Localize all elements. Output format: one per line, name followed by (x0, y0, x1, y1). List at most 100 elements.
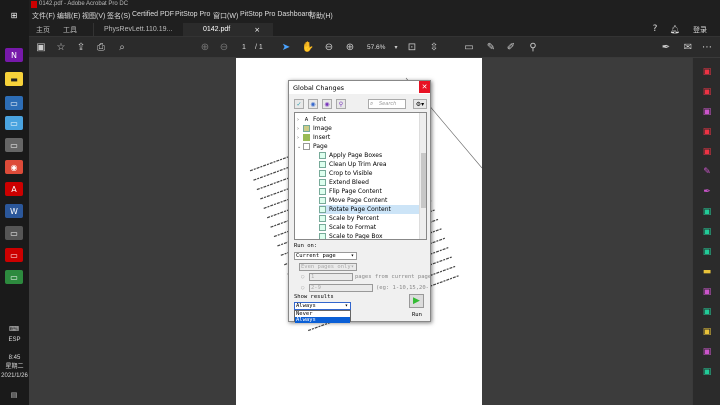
chrome-icon[interactable]: ◉ (5, 160, 23, 174)
close-tab-icon[interactable]: × (254, 26, 260, 34)
star-icon[interactable]: ☆ (54, 41, 68, 54)
tree-item-scale-to-page-box[interactable]: Scale to Page Box (319, 232, 419, 239)
menu-file[interactable]: 文件(F) (32, 11, 55, 21)
close-icon[interactable]: ✕ (419, 81, 430, 93)
search-icon[interactable]: ⌕ (115, 41, 129, 54)
tree-item-flip-page-content[interactable]: Flip Page Content (319, 187, 419, 196)
tree-item-scale-to-format[interactable]: Scale to Format (319, 223, 419, 232)
tool-icon-14[interactable]: ▣ (701, 326, 713, 337)
tree-item-font[interactable]: › A Font (297, 115, 417, 124)
favorite-icon[interactable]: ◉ (322, 99, 332, 109)
select-arrow-icon[interactable]: ➤ (279, 41, 293, 54)
tree-item-rotate-page-content[interactable]: Rotate Page Content (319, 205, 419, 214)
tree-item-scale-by-percent[interactable]: Scale by Percent (319, 214, 419, 223)
app-icon-2[interactable]: ▭ (5, 116, 23, 130)
tree-item-image[interactable]: › Image (297, 124, 417, 133)
show-results-select[interactable]: Always ▾ (294, 302, 351, 310)
app-icon-3[interactable]: ▭ (5, 138, 23, 152)
menu-view[interactable]: 视图(V) (82, 11, 105, 21)
prepare-form-icon[interactable]: ▣ (701, 246, 713, 257)
print-production-icon[interactable]: ▣ (701, 286, 713, 297)
menu-sign[interactable]: 签名(S) (107, 11, 130, 21)
menu-edit[interactable]: 编辑(E) (57, 11, 80, 21)
tree-item-apply-page-boxes[interactable]: Apply Page Boxes (319, 151, 419, 160)
organize-pages-icon[interactable]: ▣ (701, 146, 713, 157)
hand-tool-icon[interactable]: ✋ (301, 41, 315, 54)
app-icon-4[interactable]: ▭ (5, 226, 23, 240)
app-icon-1[interactable]: ▭ (5, 96, 23, 110)
zoom-out-icon[interactable]: ⊖ (322, 41, 336, 54)
tab-tools[interactable]: 工具 (63, 23, 77, 36)
filter-icon[interactable]: ⚲ (336, 99, 346, 109)
more-icon[interactable]: ⋯ (700, 41, 714, 54)
tree-item-move-page-content[interactable]: Move Page Content (319, 196, 419, 205)
settings-dropdown-icon[interactable]: ⚙▾ (413, 99, 427, 109)
action-tree[interactable]: › A Font › Image › Insert ⌄ Page Apply Page B… (294, 112, 427, 240)
sticky-notes-icon[interactable]: ▬ (5, 72, 23, 86)
combine-files-icon[interactable]: ▣ (701, 126, 713, 137)
tab-document-0142[interactable]: 0142.pdf × (183, 23, 273, 36)
clock-time[interactable]: 8:45 (0, 354, 29, 363)
apply-checkmark-icon[interactable]: ✓ (294, 99, 304, 109)
search-input[interactable]: Search (368, 99, 406, 109)
word-icon[interactable]: W (5, 204, 23, 218)
sign-icon[interactable]: ✒ (659, 41, 673, 54)
zoom-in-icon[interactable]: ⊕ (343, 41, 357, 54)
tab-document-physrevlett[interactable]: PhysRevLett.110.19... (93, 23, 183, 36)
menu-window[interactable]: 窗口(W) (213, 11, 238, 21)
mail-icon[interactable]: ✉ (681, 41, 695, 54)
tree-item-insert[interactable]: › Insert (297, 133, 417, 142)
menu-certified-pdf[interactable]: Certified PDF (132, 11, 174, 18)
tree-scrollbar[interactable] (419, 113, 426, 239)
fill-sign-icon[interactable]: ✎ (701, 166, 713, 177)
draw-icon[interactable]: ✐ (504, 41, 518, 54)
sign-in-link[interactable]: 登录 (693, 25, 707, 35)
notification-icon[interactable]: ▤ (5, 388, 23, 402)
page-number[interactable]: 1 (242, 44, 246, 51)
menu-help[interactable]: 帮助(H) (309, 11, 333, 21)
upload-icon[interactable]: ⇪ (74, 41, 88, 54)
keyboard-icon[interactable]: ⌨ (5, 322, 23, 336)
comment-tool-icon[interactable]: ▬ (701, 266, 713, 277)
optimize-icon[interactable]: ▣ (701, 226, 713, 237)
protect-icon[interactable]: ▣ (701, 206, 713, 217)
comment-icon[interactable]: ▭ (462, 41, 476, 54)
tree-item-extend-bleed[interactable]: Extend Bleed (319, 178, 419, 187)
onenote-icon[interactable]: N (5, 48, 23, 62)
tool-icon-13[interactable]: ▣ (701, 306, 713, 317)
tool-icon-15[interactable]: ▣ (701, 346, 713, 357)
tool-icon-16[interactable]: ▣ (701, 366, 713, 377)
windows-start-icon[interactable]: ⊞ (5, 8, 23, 22)
run-play-icon[interactable]: ▶ (409, 294, 424, 308)
print-icon[interactable]: ⎙ (94, 41, 108, 54)
input-language[interactable]: ESP (0, 336, 29, 345)
prev-page-icon[interactable]: ⊕ (198, 41, 212, 54)
stamp-icon[interactable]: ⚲ (526, 41, 540, 54)
bell-icon[interactable]: 🔔︎ (669, 23, 681, 35)
app-icon-5[interactable]: ▭ (5, 270, 23, 284)
option-always[interactable]: Always (295, 317, 350, 323)
refresh-icon[interactable]: ◉ (308, 99, 318, 109)
fit-page-icon[interactable]: ⊡ (405, 41, 419, 54)
help-icon[interactable]: ? (649, 23, 661, 35)
menu-pitstop-pro[interactable]: PitStop Pro (175, 11, 210, 18)
tree-item-crop-to-visible[interactable]: Crop to Visible (319, 169, 419, 178)
create-pdf-icon[interactable]: ▣ (701, 66, 713, 77)
zoom-dropdown-icon[interactable]: ▾ (389, 41, 403, 54)
highlight-pen-icon[interactable]: ✎ (484, 41, 498, 54)
save-icon[interactable]: ▣ (34, 41, 48, 54)
run-on-select[interactable]: Current page ▾ (294, 252, 357, 260)
tree-item-clean-up-trim-area[interactable]: Clean Up Trim Area (319, 160, 419, 169)
zoom-level[interactable]: 57.6% (367, 44, 385, 51)
scrollbar-thumb[interactable] (421, 153, 426, 208)
send-signature-icon[interactable]: ✒ (701, 186, 713, 197)
export-pdf-icon[interactable]: ▣ (701, 86, 713, 97)
next-page-icon[interactable]: ⊖ (217, 41, 231, 54)
menu-pitstop-dashboard[interactable]: PitStop Pro Dashboard (240, 11, 312, 18)
scroll-mode-icon[interactable]: ⇳ (427, 41, 441, 54)
tab-home[interactable]: 主页 (36, 23, 50, 36)
pdf-icon[interactable]: ▭ (5, 248, 23, 262)
edit-pdf-icon[interactable]: ▣ (701, 106, 713, 117)
acrobat-icon[interactable]: A (5, 182, 23, 196)
tree-item-page[interactable]: ⌄ Page (297, 142, 417, 151)
